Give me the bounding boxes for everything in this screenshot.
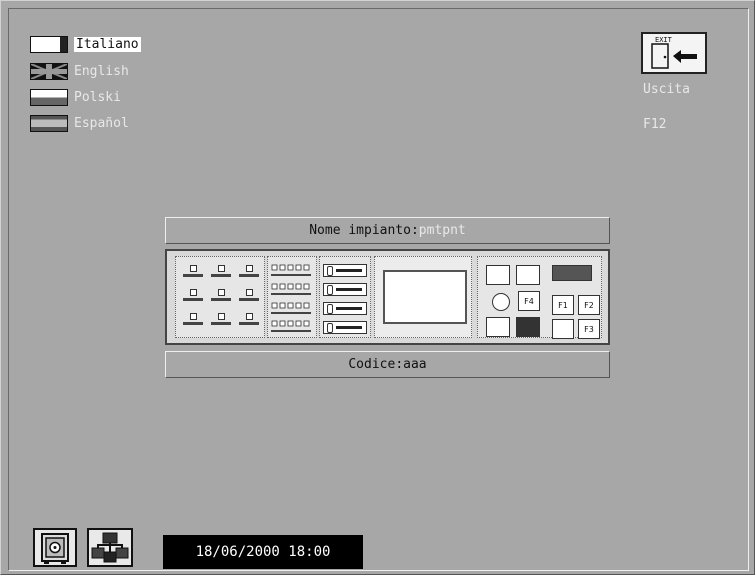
plant-code-label: Codice:: [348, 357, 404, 372]
control-panel-image[interactable]: F4 F1 F2 F3: [165, 249, 610, 345]
safe-icon: [41, 533, 69, 564]
exit-icon-text: EXIT: [655, 36, 673, 44]
plant-code-field: Codice: aaa: [165, 351, 610, 378]
menu-key-4[interactable]: [323, 321, 367, 334]
safe-button[interactable]: [33, 528, 77, 567]
flag-poland-icon: [30, 88, 68, 106]
language-label: English: [74, 63, 129, 79]
panel-key-f1[interactable]: F1: [552, 295, 574, 315]
panel-key-f4[interactable]: F4: [518, 291, 540, 311]
lcd-display: [383, 270, 467, 324]
language-label: Español: [74, 115, 129, 131]
menu-key-1[interactable]: [323, 264, 367, 277]
led-grid-zone: [267, 256, 317, 338]
language-polski[interactable]: Polski: [30, 87, 155, 107]
language-label: Italiano: [74, 36, 141, 52]
plant-name-label: Nome impianto:: [309, 223, 419, 238]
language-label: Polski: [74, 89, 121, 105]
language-english[interactable]: English: [30, 61, 155, 81]
plant-name-field: Nome impianto: pmtpnt: [165, 217, 610, 244]
plant-name-value: pmtpnt: [418, 223, 466, 238]
panel-key-f2[interactable]: F2: [578, 295, 600, 315]
menu-keys-zone: [319, 256, 371, 338]
flag-uk-icon: [30, 62, 68, 80]
panel-display-key[interactable]: [552, 265, 592, 281]
panel-key-a[interactable]: [486, 265, 510, 285]
menu-key-3[interactable]: [323, 302, 367, 315]
plant-code-value: aaa: [403, 357, 427, 372]
exit-label: Uscita: [643, 82, 690, 97]
network-icon: [91, 532, 129, 563]
display-zone: [374, 256, 472, 338]
datetime-display: 18/06/2000 18:00: [163, 535, 363, 569]
panel-knob[interactable]: [492, 293, 510, 311]
exit-shortcut: F12: [643, 117, 667, 132]
network-button[interactable]: [87, 528, 133, 567]
flag-spain-icon: [30, 114, 68, 132]
menu-key-2[interactable]: [323, 283, 367, 296]
exit-door-icon: EXIT: [651, 36, 697, 69]
function-keys-zone: F4 F1 F2 F3: [477, 256, 602, 339]
panel-key-e[interactable]: [552, 319, 574, 339]
panel-key-b[interactable]: [516, 265, 540, 285]
indicator-zone: [175, 256, 265, 338]
panel-key-c[interactable]: [486, 317, 510, 337]
panel-key-d[interactable]: [516, 317, 540, 337]
flag-italy-icon: [30, 35, 68, 53]
language-italiano[interactable]: Italiano: [30, 34, 155, 54]
exit-button[interactable]: EXIT: [641, 32, 707, 74]
panel-key-f3[interactable]: F3: [578, 319, 600, 339]
language-espanol[interactable]: Español: [30, 113, 155, 133]
